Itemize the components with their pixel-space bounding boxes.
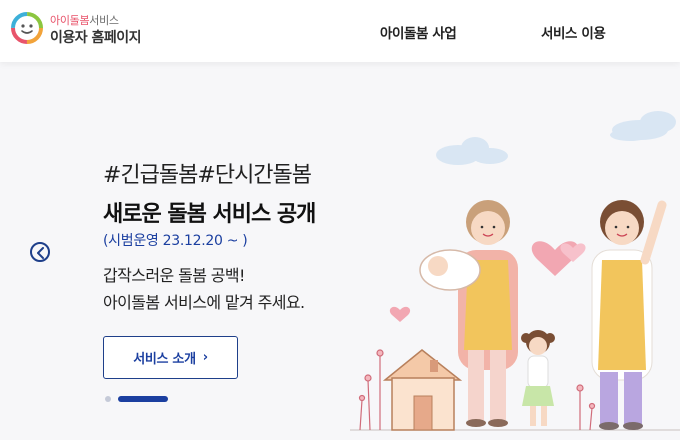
cloud-right (610, 111, 676, 141)
mother-figure (591, 200, 667, 430)
hero-headline: 새로운 돌봄 서비스 공개 (103, 202, 316, 227)
carousel-indicator-1[interactable] (105, 396, 111, 402)
heart-left (389, 306, 411, 322)
logo-title-suffix: 서비스 (89, 14, 119, 27)
house (382, 349, 463, 431)
family-care-illustration (350, 111, 680, 431)
nav-item-service-use[interactable]: 서비스 이용 (541, 22, 606, 42)
nav-item-childcare-program[interactable]: 아이돌봄 사업 (380, 22, 457, 42)
logo-title[interactable]: 아이돌봄서비스 (50, 12, 119, 28)
chevron-left-icon (37, 247, 44, 259)
cloud-left (436, 137, 508, 165)
hero-description-line1: 갑작스러운 돌봄 공백! (103, 266, 245, 285)
carousel-prev-button[interactable] (30, 242, 50, 262)
hero-pilot-period: (시범운영 23.12.20 ~ ) (103, 233, 248, 249)
logo-title-brand: 아이돌봄 (50, 14, 90, 27)
logo-subtitle[interactable]: 이용자 홈페이지 (50, 27, 142, 47)
site-header: 아이돌봄서비스 이용자 홈페이지 아이돌봄 사업 서비스 이용 (0, 0, 680, 62)
child-figure (521, 330, 555, 426)
carousel-indicator-2-active[interactable] (118, 396, 168, 402)
chevron-right-icon: › (202, 350, 208, 365)
hero-hashtags: #긴급돌봄#단시간돌봄 (103, 163, 312, 188)
service-logo-icon[interactable] (10, 11, 44, 45)
flowers-right (576, 384, 596, 431)
service-intro-button[interactable]: 서비스 소개 › (103, 336, 238, 379)
flowers-left (358, 349, 384, 431)
hero-description-line2: 아이돌봄 서비스에 맡겨 주세요. (103, 293, 305, 312)
service-intro-label: 서비스 소개 (133, 352, 196, 367)
